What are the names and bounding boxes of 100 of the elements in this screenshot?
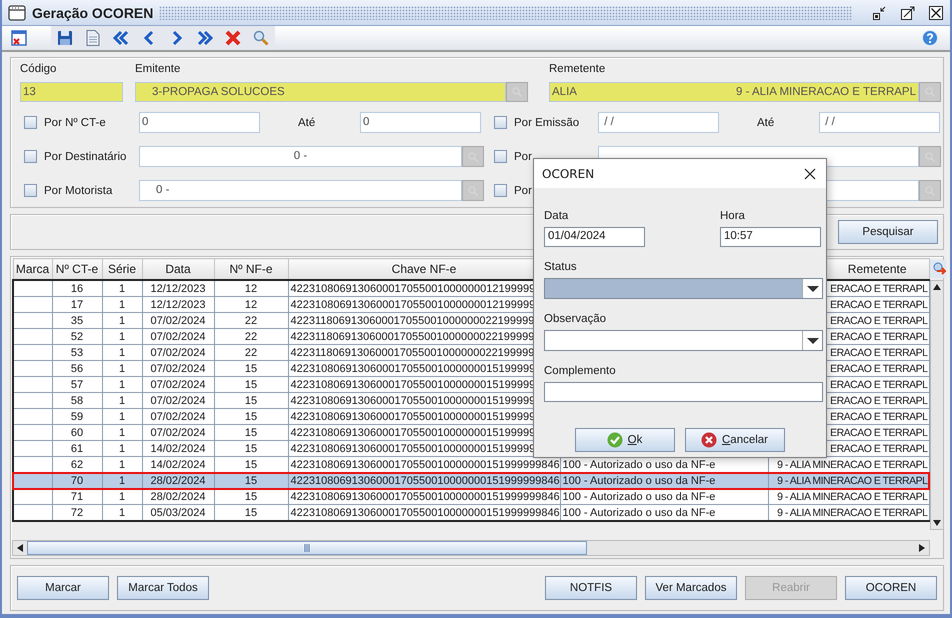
column-header[interactable]: Chave NF-e <box>392 262 456 276</box>
date-field[interactable]: 01/04/2024 <box>544 227 645 247</box>
action-button[interactable]: Marcar <box>17 576 109 600</box>
ct-number-cell: 61 <box>70 442 84 454</box>
ct-number-cell: 52 <box>70 330 84 342</box>
access-key-cell: 4223108069130600017055001000000015199999 <box>290 426 536 438</box>
search-icon[interactable] <box>252 29 270 47</box>
status-label: Status <box>544 261 578 275</box>
access-key-cell: 4223108069130600017055001000000015199999 <box>290 378 536 390</box>
nfe-number-cell: 15 <box>244 506 258 518</box>
ct-number-cell: 60 <box>70 426 84 438</box>
help-icon[interactable] <box>921 29 939 47</box>
double-chevron-left-icon[interactable] <box>112 29 130 47</box>
checkbox[interactable] <box>24 184 37 197</box>
ct-number-cell: 71 <box>70 490 84 502</box>
status-cell: 100 - Autorizado o uso da NF-e <box>562 458 716 470</box>
status-cell: 100 - Autorizado o uso da NF-e <box>562 474 716 486</box>
search-button[interactable]: Pesquisar <box>838 220 938 244</box>
window-icon <box>8 4 26 20</box>
sender-cell: ERACAO E TERRAPL <box>830 346 928 358</box>
issuer-field[interactable]: 3-PROPAGA SOLUCOES <box>135 82 506 102</box>
filter-label: Por Destinatário <box>44 150 126 162</box>
sender-cell: 9 - ALIA MINERACAO E TERRAPL <box>777 506 928 518</box>
maximize-icon[interactable] <box>900 4 916 20</box>
action-button[interactable]: Ver Marcados <box>645 576 737 600</box>
nfe-number-cell: 15 <box>244 378 258 390</box>
checkbox[interactable] <box>494 184 507 197</box>
dropdown-arrow-icon[interactable] <box>806 286 818 292</box>
sender-field[interactable]: ALIA 9 - ALIA MINERACAO E TERRAPL <box>549 82 919 102</box>
nfe-number-cell: 15 <box>244 458 258 470</box>
nfe-number-cell: 22 <box>244 330 258 342</box>
close-form-icon[interactable] <box>10 29 28 47</box>
scroll-left-icon[interactable] <box>17 544 23 552</box>
until-field[interactable]: 0 <box>360 112 481 133</box>
checkbox[interactable] <box>494 116 507 129</box>
complement-field[interactable] <box>544 382 823 402</box>
close-icon[interactable] <box>928 4 944 20</box>
dropdown-arrow-icon[interactable] <box>806 338 818 344</box>
access-key-cell: 4223108069130600017055001000000015199999 <box>290 410 536 422</box>
horizontal-scrollbar[interactable] <box>12 540 930 556</box>
date-cell: 07/02/2024 <box>150 426 206 438</box>
checkbox[interactable] <box>24 116 37 129</box>
vertical-scrollbar[interactable] <box>930 280 944 530</box>
code-label: Código <box>20 63 58 77</box>
until-field[interactable]: / / <box>819 112 940 133</box>
series-cell: 1 <box>118 282 126 294</box>
status-cell: 100 - Autorizado o uso da NF-e <box>562 506 716 518</box>
scroll-up-icon[interactable] <box>932 284 940 290</box>
checkbox[interactable] <box>24 150 37 163</box>
window-title: Geração OCOREN <box>32 4 154 20</box>
sender-cell: ERACAO E TERRAPL <box>830 442 928 454</box>
cancel-button[interactable]: Cancelar <box>684 428 784 452</box>
status-dropdown[interactable] <box>544 278 823 299</box>
ok-button[interactable]: Ok <box>574 428 674 452</box>
ct-number-cell: 59 <box>70 410 84 422</box>
access-key-cell: 4223118069130600017055001000000022199999 <box>290 330 534 342</box>
series-cell: 1 <box>118 314 126 326</box>
series-cell: 1 <box>118 330 126 342</box>
action-button[interactable]: OCOREN <box>845 576 937 600</box>
column-chooser-icon[interactable] <box>930 258 946 280</box>
issuer-label: Emitente <box>135 63 182 77</box>
sender-cell: ERACAO E TERRAPL <box>830 330 928 342</box>
until-label: Até <box>756 116 776 128</box>
minimize-icon[interactable] <box>872 4 888 20</box>
time-field[interactable]: 10:57 <box>720 227 821 247</box>
lookup-field[interactable]: 0 - <box>139 146 462 167</box>
date-cell: 14/02/2024 <box>150 442 206 454</box>
code-field[interactable]: 13 <box>20 82 123 102</box>
ct-number-cell: 57 <box>70 378 84 390</box>
grip-icon[interactable] <box>304 544 310 552</box>
ct-number-cell: 53 <box>70 346 84 358</box>
from-field[interactable]: 0 <box>139 112 260 133</box>
filter-label: Por <box>514 150 532 162</box>
lookup-field[interactable]: 0 - <box>139 180 462 201</box>
save-icon[interactable] <box>56 29 74 47</box>
document-icon[interactable] <box>84 29 102 47</box>
observation-dropdown[interactable] <box>544 330 823 351</box>
action-button[interactable]: NOTFIS <box>545 576 637 600</box>
checkbox[interactable] <box>494 150 507 163</box>
sender-cell: 9 - ALIA MINERACAO E TERRAPL <box>777 474 928 486</box>
ct-number-cell: 56 <box>70 362 84 374</box>
action-button[interactable]: Marcar Todos <box>117 576 209 600</box>
from-field[interactable]: / / <box>598 112 719 133</box>
complement-label: Complemento <box>544 365 617 379</box>
series-cell: 1 <box>118 506 126 518</box>
scroll-down-icon[interactable] <box>932 520 940 526</box>
filter-label: Por Motorista <box>44 184 112 196</box>
table-row[interactable]: 72 1 05/03/2024 15 42231080691306000170550010000000151999999846 100 - Autorizado o uso da NF-e 9 - ALIA MINERACAO E TERRAPL <box>13 504 929 521</box>
date-cell: 07/02/2024 <box>150 346 206 358</box>
filter-label: Por Nº CT-e <box>44 116 106 128</box>
delete-icon[interactable] <box>224 29 242 47</box>
access-key-cell: 4223118069130600017055001000000022199999 <box>290 314 534 326</box>
nfe-number-cell: 15 <box>244 426 258 438</box>
sender-cell: ERACAO E TERRAPL <box>830 378 928 390</box>
sender-cell: ERACAO E TERRAPL <box>830 314 928 326</box>
scroll-right-icon[interactable] <box>918 544 924 552</box>
close-icon[interactable] <box>804 168 816 180</box>
check-icon <box>606 432 623 448</box>
double-chevron-right-icon[interactable] <box>196 29 214 47</box>
table-row[interactable]: 70 1 28/02/2024 15 42231080691306000170550010000000151999999846 100 - Autorizado o uso da NF-e 9 - ALIA MINERACAO E TERRAPL <box>13 472 929 488</box>
